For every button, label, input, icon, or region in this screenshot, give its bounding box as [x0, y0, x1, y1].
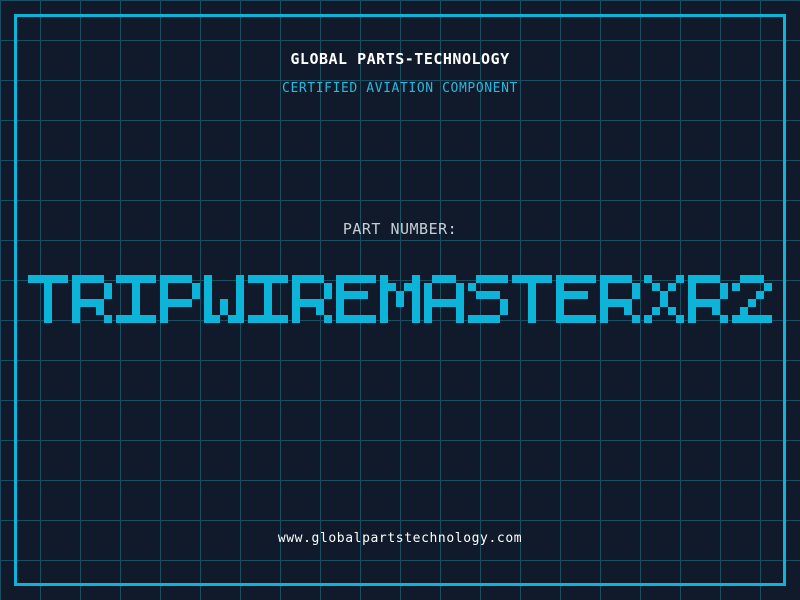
part-number-glyph [556, 275, 596, 323]
part-number-glyph [512, 275, 552, 323]
part-number-label: PART NUMBER: [342, 220, 458, 238]
part-number-glyph [248, 275, 288, 323]
part-number-glyph [204, 275, 244, 323]
certification-tagline: CERTIFIED AVIATION COMPONENT [282, 81, 518, 96]
part-number-glyph [644, 275, 684, 323]
part-number-glyph [380, 275, 420, 323]
part-number-glyph [600, 275, 640, 323]
part-number-glyph [732, 275, 772, 323]
part-number-glyph [28, 275, 68, 323]
part-number-glyph [424, 275, 464, 323]
part-certificate-card: GLOBAL PARTS-TECHNOLOGY CERTIFIED AVIATI… [0, 0, 800, 600]
part-number-value [0, 275, 800, 323]
website-url: www.globalpartstechnology.com [277, 531, 523, 546]
part-number-glyph [468, 275, 508, 323]
part-number-glyph [688, 275, 728, 323]
company-name: GLOBAL PARTS-TECHNOLOGY [290, 50, 510, 68]
part-number-glyph [292, 275, 332, 323]
part-number-glyph [72, 275, 112, 323]
part-number-glyph [160, 275, 200, 323]
part-number-glyph [336, 275, 376, 323]
part-number-glyph [116, 275, 156, 323]
